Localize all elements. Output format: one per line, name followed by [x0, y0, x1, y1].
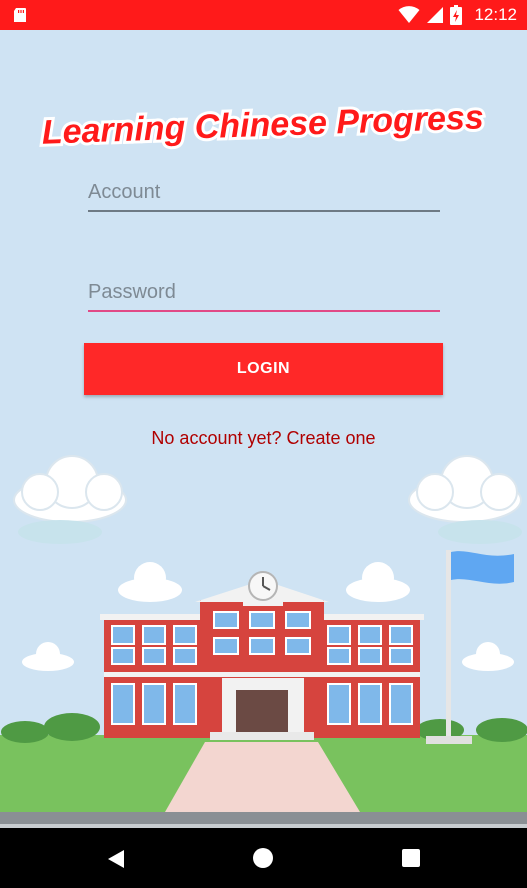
signal-icon [427, 7, 444, 23]
sd-card-icon [14, 8, 26, 22]
cloud-right [408, 455, 522, 523]
cloud-tiny-right [462, 642, 514, 671]
app-title-logo: Learning Chinese Progress [38, 95, 487, 154]
login-button[interactable]: LOGIN [84, 343, 443, 395]
home-icon[interactable] [253, 848, 273, 868]
school-illustration [0, 455, 527, 830]
password-field[interactable] [88, 272, 440, 312]
create-account-link[interactable]: No account yet? Create one [0, 428, 527, 449]
battery-charging-icon [450, 5, 463, 25]
cloud-small-left [118, 562, 182, 602]
cloud-left [13, 455, 127, 523]
recents-icon[interactable] [402, 849, 420, 867]
status-time: 12:12 [474, 5, 517, 24]
wifi-icon [398, 6, 420, 23]
back-icon[interactable] [105, 848, 127, 870]
cloud-tiny-left [22, 642, 74, 671]
account-input[interactable] [88, 172, 440, 212]
status-icons: 12:12 [398, 5, 517, 25]
password-underline [88, 310, 440, 312]
navigation-bar [0, 828, 527, 888]
ground-strip [0, 812, 527, 824]
flagpole [446, 550, 451, 738]
flag [451, 551, 514, 584]
password-input[interactable] [88, 272, 440, 312]
cloud-small-right [346, 562, 410, 602]
account-underline [88, 210, 440, 212]
app-title: Learning Chinese Progress [41, 98, 484, 151]
status-bar: 12:12 [0, 0, 527, 30]
account-field[interactable] [88, 172, 440, 212]
